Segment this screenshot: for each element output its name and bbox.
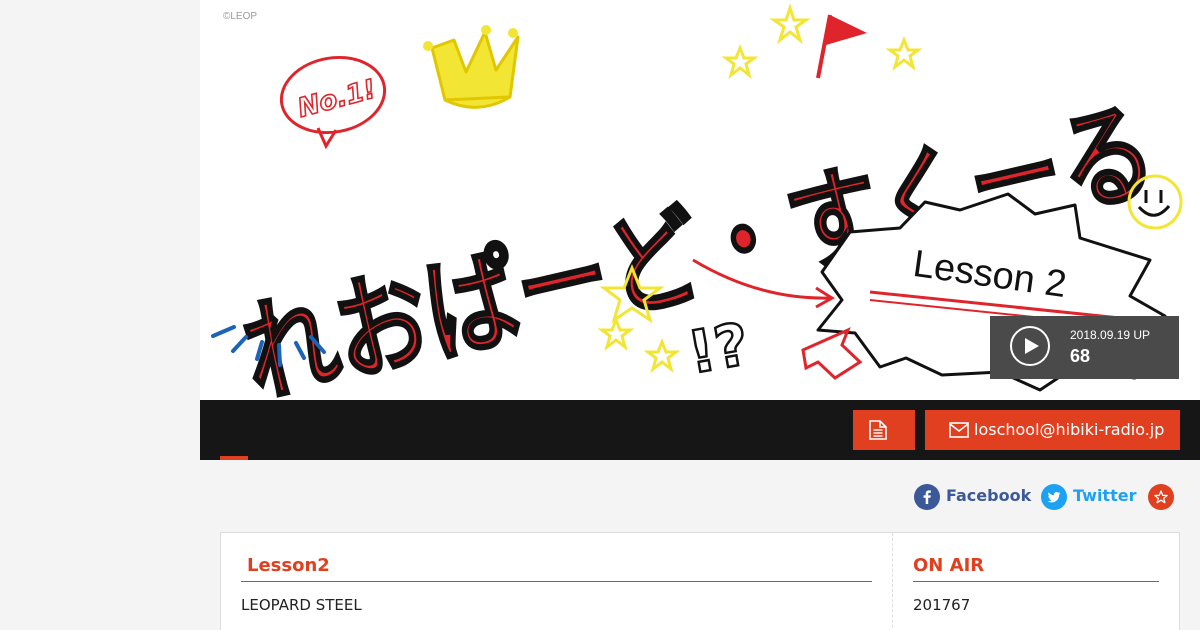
flag-icon xyxy=(816,14,867,79)
share-bar: Facebook Twitter xyxy=(914,483,1184,511)
twitter-label: Twitter xyxy=(1073,486,1137,505)
onair-value: 201767 xyxy=(913,596,971,614)
star-doodle xyxy=(721,43,759,79)
star-doodle xyxy=(885,35,923,71)
tab-indicator xyxy=(220,456,248,460)
facebook-icon xyxy=(914,484,940,510)
episode-card: 2018.09.19 UP 68 xyxy=(990,316,1179,379)
onair-heading: ON AIR xyxy=(913,555,1159,582)
favorite-button[interactable] xyxy=(1148,484,1174,510)
left-gutter xyxy=(0,0,200,630)
episode-number: 68 xyxy=(1070,346,1091,366)
crown-jewel xyxy=(481,25,491,35)
no1-speech-bubble: No.1! xyxy=(279,55,387,150)
info-divider xyxy=(892,533,893,630)
lesson-heading: Lesson2 xyxy=(241,555,872,582)
program-toolbar: loschool@hibiki-radio.jp xyxy=(200,400,1200,460)
mail-icon xyxy=(949,422,969,438)
no1-badge-text: No.1! xyxy=(295,74,380,124)
facebook-label: Facebook xyxy=(946,486,1032,505)
mail-address: loschool@hibiki-radio.jp xyxy=(974,420,1165,439)
hatched-arrow-doodle xyxy=(801,327,863,380)
star-icon xyxy=(1154,490,1168,504)
lesson-value: LEOPARD STEEL xyxy=(241,596,362,614)
document-button[interactable] xyxy=(853,410,915,450)
star-doodle xyxy=(769,3,811,45)
star-doodle xyxy=(643,337,681,373)
interrobang-text: !? xyxy=(683,310,754,387)
episode-date: 2018.09.19 UP xyxy=(1070,328,1151,342)
program-info-panel: Lesson2 LEOPARD STEEL ON AIR 201767 xyxy=(220,532,1180,630)
twitter-icon xyxy=(1041,484,1067,510)
crown-jewel xyxy=(423,41,433,51)
crown-icon xyxy=(430,30,520,109)
play-button[interactable] xyxy=(1010,326,1050,366)
play-icon xyxy=(1025,338,1039,354)
copyright-notice: ©LEOP xyxy=(223,11,258,22)
crown-jewel xyxy=(508,28,518,38)
mail-button[interactable]: loschool@hibiki-radio.jp xyxy=(925,410,1180,450)
document-icon xyxy=(869,420,887,440)
